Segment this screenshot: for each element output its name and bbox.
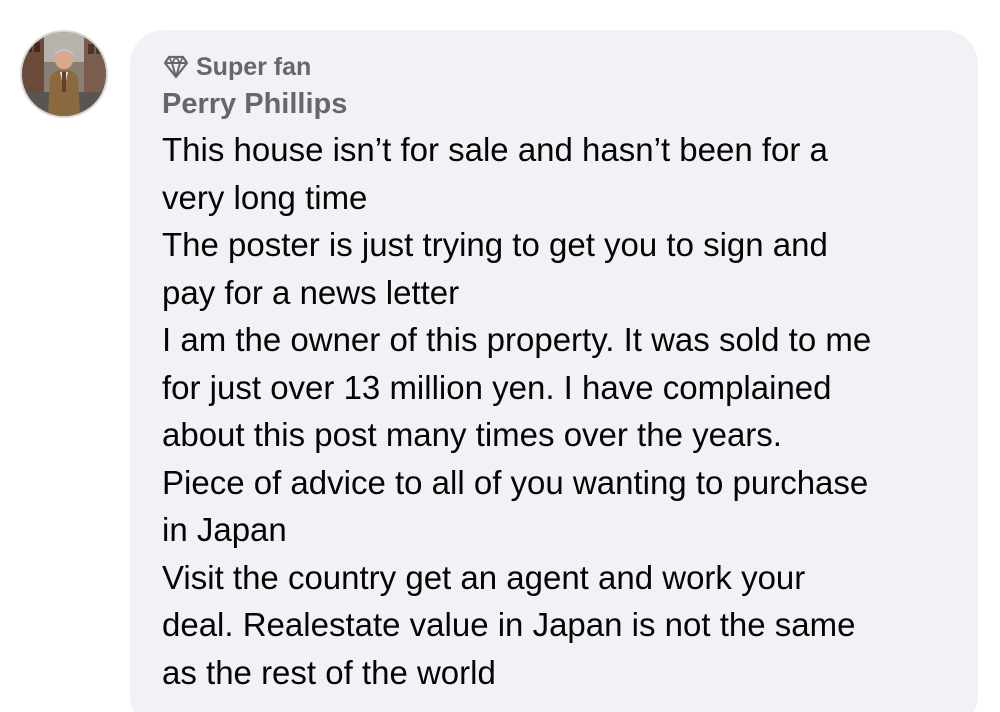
avatar[interactable] (20, 30, 108, 118)
comment-line: very long time (162, 178, 368, 216)
comment-line: for just over 13 million yen. I have com… (162, 368, 832, 406)
comment-line: about this post many times over the year… (162, 416, 782, 453)
comment-line: deal. Realestate value in Japan is not t… (162, 606, 856, 643)
comment-bubble: Super fan Perry Phillips This house isn’… (130, 30, 978, 712)
comment-line: as the rest of the world (162, 653, 496, 691)
author-name[interactable]: Perry Phillips (162, 84, 946, 124)
comment-line: Visit the country get an agent and work … (162, 558, 806, 596)
badge-label: Super fan (196, 52, 312, 81)
profile-photo-icon (22, 32, 106, 116)
comment-line: The poster is just trying to get you to … (162, 226, 828, 263)
comment-line: pay for a news letter (162, 273, 460, 311)
comment-line: Piece of advice to all of you wanting to… (162, 463, 869, 501)
comment-line: in Japan (162, 511, 287, 548)
comment: Super fan Perry Phillips This house isn’… (0, 0, 1000, 712)
diamond-icon (162, 53, 190, 81)
comment-line: This house isn’t for sale and hasn’t bee… (162, 131, 828, 168)
comment-text: This house isn’t for sale and hasn’t bee… (162, 126, 946, 696)
comment-line: I am the owner of this property. It was … (162, 321, 872, 358)
super-fan-badge: Super fan (162, 50, 946, 84)
